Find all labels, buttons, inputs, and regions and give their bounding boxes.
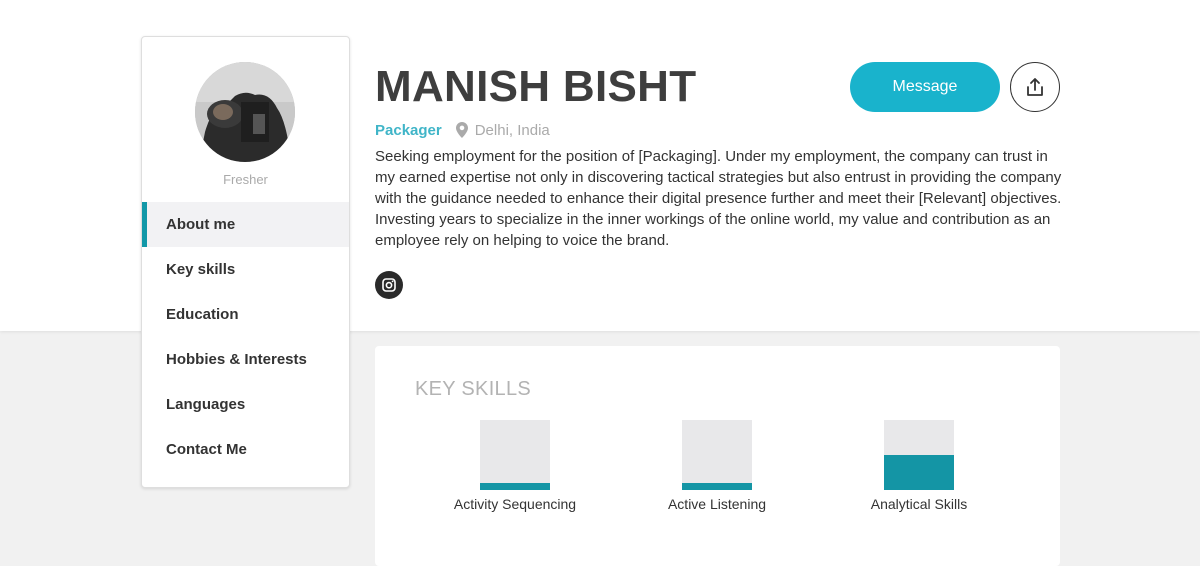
key-skills-title: KEY SKILLS [415,378,532,400]
skill-label: Activity Sequencing [453,496,577,512]
share-button[interactable] [1010,62,1060,112]
skill-level-bar [682,420,752,490]
skill-label: Analytical Skills [870,496,968,512]
share-icon [1027,78,1043,96]
sidebar-item-education[interactable]: Education [142,292,349,337]
skill-item-analytical-skills: Analytical Skills [819,420,1019,512]
sidebar-item-contact-me[interactable]: Contact Me [142,427,349,472]
message-button[interactable]: Message [850,62,1000,112]
experience-label: Fresher [223,172,268,187]
profile-name: MANISH BISHT [375,62,697,111]
role-location-row: Packager Delhi, India [375,120,550,140]
avatar-photo [195,62,295,162]
sidebar-item-about-me[interactable]: About me [142,202,349,247]
sidebar-item-languages[interactable]: Languages [142,382,349,427]
profile-summary: Seeking employment for the position of [… [375,148,1062,249]
instagram-link[interactable] [375,271,403,299]
skill-level-bar [884,420,954,490]
key-skills-card: KEY SKILLS Activity Sequencing Active Li… [375,346,1060,566]
profile-sidebar: Fresher About me Key skills Education Ho… [141,36,350,488]
sidebar-item-key-skills[interactable]: Key skills [142,247,349,292]
sidebar-item-hobbies-interests[interactable]: Hobbies & Interests [142,337,349,382]
skill-label: Active Listening [667,496,767,512]
skill-level-fill [884,455,954,490]
skill-level-bar [480,420,550,490]
skill-level-fill [682,483,752,490]
sidebar-nav: About me Key skills Education Hobbies & … [142,202,349,472]
job-role: Packager [375,121,442,139]
instagram-icon [382,278,396,292]
avatar [195,62,295,162]
skill-item-active-listening: Active Listening [617,420,817,512]
location-text: Delhi, India [474,121,550,139]
skill-item-activity-sequencing: Activity Sequencing [415,420,615,512]
skill-level-fill [480,483,550,490]
location-pin-icon [455,122,468,138]
